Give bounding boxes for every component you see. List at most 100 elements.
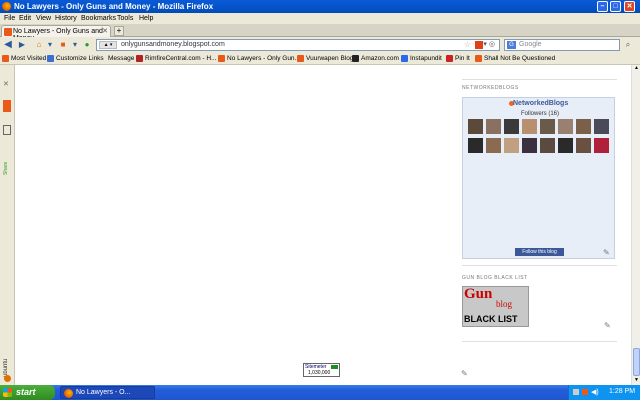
minimize-icon[interactable]: –: [597, 1, 608, 12]
star-icon[interactable]: ☆: [464, 40, 471, 49]
bookmark-instapundit[interactable]: Instapundit: [410, 55, 442, 62]
follower-avatar[interactable]: [558, 138, 573, 153]
volume-icon[interactable]: ◀): [591, 388, 599, 396]
bookmark-icon: [401, 55, 408, 62]
menu-bookmarks[interactable]: Bookmarks: [81, 15, 116, 22]
follower-avatar[interactable]: [468, 138, 483, 153]
addon-icon[interactable]: ●: [82, 40, 92, 50]
follower-avatar[interactable]: [576, 119, 591, 134]
tab-no-lawyers[interactable]: No Lawyers - Only Guns and Money ✕: [1, 25, 111, 42]
back-icon[interactable]: ◀: [3, 40, 13, 50]
panel-icon[interactable]: [3, 125, 11, 135]
url-dropdown-icon[interactable]: ▾ ◎: [483, 40, 495, 48]
ubuntu-label: ubuntu: [3, 358, 9, 377]
tab-close-icon[interactable]: ✕: [102, 27, 108, 35]
follower-avatar[interactable]: [522, 138, 537, 153]
bookmark-most-visited[interactable]: Most Visited: [11, 55, 46, 62]
windows-logo-icon: [3, 388, 12, 397]
search-icon[interactable]: ⌕: [623, 40, 633, 50]
follower-avatar[interactable]: [504, 138, 519, 153]
left-sidebar: ✕ Share ubuntu: [0, 65, 15, 385]
url-text[interactable]: onlygunsandmoney.blogspot.com: [121, 41, 225, 48]
blogger-icon: [4, 28, 12, 36]
scroll-thumb[interactable]: [633, 348, 640, 376]
networkedblogs-brand: NetworkedBlogs: [513, 100, 569, 107]
networkedblogs-title: NETWORKEDBLOGS: [462, 85, 519, 91]
share-label[interactable]: Share: [3, 145, 11, 175]
bookmark-vuurwapen[interactable]: Vuurwapen Blog: [306, 55, 353, 62]
bookmark-icon: [297, 55, 304, 62]
dropdown-icon[interactable]: ▾: [45, 40, 55, 50]
sitemeter-graph: [331, 365, 338, 369]
menu-help[interactable]: Help: [139, 15, 153, 22]
search-box[interactable]: G Google: [504, 39, 620, 51]
follower-avatar[interactable]: [576, 138, 591, 153]
taskbar-item-firefox[interactable]: No Lawyers - O...: [60, 386, 155, 399]
followers-grid: [468, 119, 612, 155]
rss-icon[interactable]: ⌂: [34, 40, 44, 50]
follower-avatar[interactable]: [468, 119, 483, 134]
menu-view[interactable]: View: [36, 15, 51, 22]
site-identity-icon[interactable]: ▲ ▾: [99, 41, 117, 49]
dropdown-icon[interactable]: ▾: [70, 40, 80, 50]
menu-edit[interactable]: Edit: [19, 15, 31, 22]
bookmark-tool-icon[interactable]: ■: [58, 40, 68, 50]
bookmark-shall-not-be-questioned[interactable]: Shall Not Be Questioned: [484, 55, 555, 62]
tray-icon[interactable]: [582, 389, 588, 395]
forward-icon[interactable]: ▶: [17, 40, 27, 50]
ubuntu-icon: [4, 375, 11, 382]
search-input[interactable]: Google: [519, 41, 542, 48]
bookmark-sidebar-icon[interactable]: [3, 100, 11, 112]
edit-icon[interactable]: ✎: [461, 369, 468, 378]
gun-blog-black-list-badge[interactable]: Gun blog BLACK LIST: [462, 286, 529, 327]
bookmark-customize-links[interactable]: Customize Links: [56, 55, 104, 62]
taskbar: start No Lawyers - O... ◀) 1:28 PM: [0, 385, 640, 400]
sitemeter-count: 1,030,000: [308, 370, 331, 376]
follower-avatar[interactable]: [486, 138, 501, 153]
url-bar[interactable]: ▲ ▾ onlygunsandmoney.blogspot.com ☆ ▾ ◎: [96, 39, 500, 51]
tray-icon[interactable]: [573, 389, 579, 395]
bookmark-icon: [218, 55, 225, 62]
bookmark-message[interactable]: Message: [108, 55, 134, 62]
bookmark-no-lawyers[interactable]: No Lawyers - Only Gun...: [227, 55, 300, 62]
edit-icon[interactable]: ✎: [603, 248, 610, 257]
close-icon[interactable]: ✕: [3, 80, 9, 88]
vertical-scrollbar[interactable]: ▲ ▼: [631, 65, 640, 385]
follower-avatar[interactable]: [504, 119, 519, 134]
bookmark-rimfirecentral[interactable]: RimfireCentral.com - H...: [145, 55, 217, 62]
start-button[interactable]: start: [0, 385, 55, 400]
bookmark-pin-it[interactable]: Pin It: [455, 55, 470, 62]
search-engine-icon[interactable]: G: [507, 41, 516, 49]
start-label: start: [16, 387, 36, 397]
scroll-down-icon[interactable]: ▼: [633, 377, 640, 384]
menu-history[interactable]: History: [55, 15, 77, 22]
follower-avatar[interactable]: [540, 138, 555, 153]
follower-avatar[interactable]: [594, 119, 609, 134]
menu-file[interactable]: File: [4, 15, 15, 22]
close-icon[interactable]: ✕: [624, 1, 635, 12]
new-tab-button[interactable]: +: [114, 26, 124, 36]
addon-button-icon[interactable]: [475, 41, 483, 49]
follow-blog-button[interactable]: Follow this blog: [515, 248, 564, 256]
gbl-title: GUN BLOG BLACK LIST: [462, 275, 528, 281]
menu-tools[interactable]: Tools: [117, 15, 133, 22]
scroll-up-icon[interactable]: ▲: [633, 65, 640, 72]
maximize-icon[interactable]: □: [610, 1, 621, 12]
bookmarks-bar: Most Visited Customize Links Message Rim…: [0, 53, 640, 65]
clock[interactable]: 1:28 PM: [609, 388, 635, 395]
edit-icon[interactable]: ✎: [604, 321, 611, 330]
menu-bar: File Edit View History Bookmarks Tools H…: [0, 13, 640, 24]
navigation-bar: ◀ ▶ ⌂ ▾ ■ ▾ ● ▲ ▾ onlygunsandmoney.blogs…: [0, 37, 640, 53]
follower-avatar[interactable]: [540, 119, 555, 134]
divider: [462, 341, 617, 342]
system-tray: ◀) 1:28 PM: [568, 385, 640, 400]
follower-avatar[interactable]: [522, 119, 537, 134]
sitemeter-widget[interactable]: Sitemeter 1,030,000: [303, 363, 340, 377]
follower-avatar[interactable]: [594, 138, 609, 153]
bookmark-icon: [475, 55, 482, 62]
gbl-gun: Gun: [464, 286, 493, 302]
follower-avatar[interactable]: [558, 119, 573, 134]
bookmark-amazon[interactable]: Amazon.com: [361, 55, 399, 62]
follower-avatar[interactable]: [486, 119, 501, 134]
gbl-black-list: BLACK LIST: [464, 314, 518, 324]
